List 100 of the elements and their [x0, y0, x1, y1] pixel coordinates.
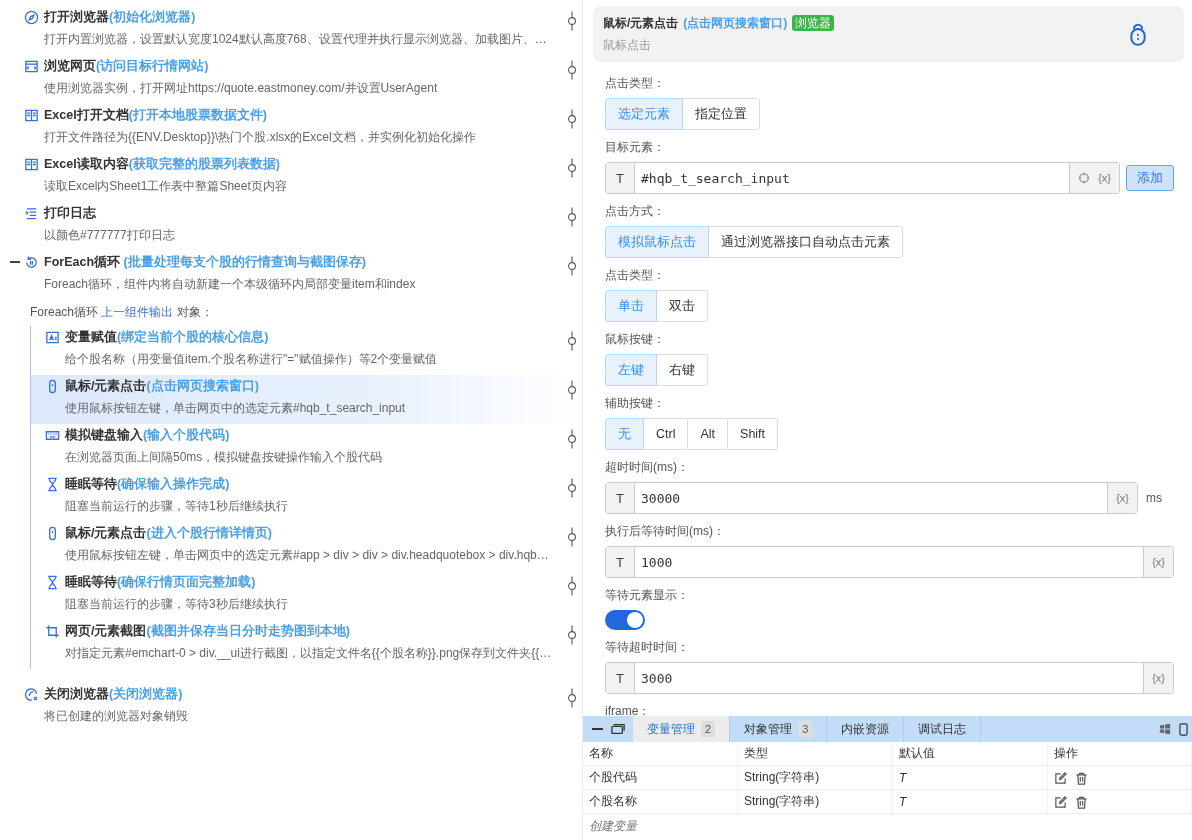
step-title[interactable]: ForEach循环 (批量处理每支个股的行情查询与截图保存)	[44, 253, 366, 271]
table-cell: String(字符串)	[737, 765, 893, 790]
option-button[interactable]: 双击	[656, 290, 708, 322]
variable-button[interactable]: {x}	[1098, 172, 1111, 184]
step-title[interactable]: 鼠标/元素点击(进入个股行情详情页)	[65, 524, 272, 542]
connector-icon[interactable]	[566, 575, 578, 597]
crosshair-icon[interactable]	[1078, 172, 1091, 184]
step-title[interactable]: 浏览网页(访问目标行情网站)	[44, 57, 209, 75]
connector-icon[interactable]	[566, 206, 578, 228]
input-field[interactable]: T 1000 {x}	[605, 546, 1174, 578]
step-title[interactable]: 关闭浏览器(关闭浏览器)	[44, 685, 183, 703]
compass-icon	[24, 9, 39, 25]
text-type-toggle[interactable]: T	[606, 163, 635, 193]
step-title[interactable]: 打印日志	[44, 204, 96, 222]
panel-tab[interactable]: 调试日志	[904, 716, 982, 742]
panel-tab[interactable]: 内嵌资源	[827, 716, 905, 742]
loop-description: Foreach循环 上一组件输出 对象：	[30, 304, 214, 321]
step-title[interactable]: Excel读取内容(获取完整的股票列表数据)	[44, 155, 280, 173]
input-field[interactable]: T 30000 {x}	[605, 482, 1138, 514]
text-type-toggle[interactable]: T	[606, 663, 635, 693]
variable-button[interactable]: {x}	[1116, 492, 1129, 504]
delete-icon[interactable]	[1075, 771, 1088, 785]
step-description: 阻塞当前运行的步骤，等待1秒后继续执行	[64, 498, 289, 515]
component-note: (点击网页搜索窗口)	[683, 14, 788, 32]
step-description: 阻塞当前运行的步骤，等待3秒后继续执行	[64, 596, 289, 613]
connector-icon[interactable]	[566, 10, 578, 32]
connector-icon[interactable]	[566, 624, 578, 646]
step-description: 打开文件路径为{{ENV.Desktop}}\热门个股.xlsx的Excel文档，并实例化初始化操作	[43, 129, 477, 146]
compass-icon	[24, 686, 39, 702]
field-label: 点击类型：	[605, 267, 666, 284]
text-type-toggle[interactable]: T	[606, 483, 635, 513]
add-button[interactable]: 添加	[1126, 165, 1174, 191]
connector-icon[interactable]	[566, 157, 578, 179]
connector-icon[interactable]	[566, 379, 578, 401]
step-description: 打开内置浏览器，设置默认宽度1024默认高度768、设置代理并执行显示浏览器、加载图片、…	[43, 31, 548, 48]
field-label: 执行后等待时间(ms)：	[605, 523, 726, 540]
edit-icon[interactable]	[1054, 795, 1067, 809]
component-title: 鼠标/元素点击	[603, 14, 679, 32]
field-label: 点击方式：	[605, 203, 666, 220]
table-cell: 个股代码	[583, 765, 738, 790]
field-label: 等待元素显示：	[605, 587, 690, 604]
input-field[interactable]: T 3000 {x}	[605, 662, 1174, 694]
connector-icon[interactable]	[566, 428, 578, 450]
book-icon	[24, 107, 39, 123]
loop-icon	[24, 254, 39, 270]
table-cell: String(字符串)	[737, 789, 893, 814]
option-button[interactable]: Alt	[687, 418, 729, 450]
browser-window-icon	[24, 58, 39, 74]
hourglass-icon	[45, 574, 60, 590]
step-description: 给个股名称（用变量值item.个股名称进行"="赋值操作）等2个变量赋值	[64, 351, 439, 368]
source-link[interactable]: 上一组件输出	[101, 305, 174, 319]
option-button[interactable]: 指定位置	[682, 98, 760, 130]
panel-tab[interactable]: 变量管理 2	[633, 716, 731, 742]
connector-icon[interactable]	[566, 526, 578, 548]
step-description: 读取Excel内Sheet1工作表中整篇Sheet页内容	[43, 178, 288, 195]
connector-icon[interactable]	[566, 687, 578, 709]
step-description: 以颜色#777777打印日志	[43, 227, 176, 244]
option-button[interactable]: Shift	[727, 418, 779, 450]
table-cell: 个股名称	[583, 789, 738, 814]
connector-icon[interactable]	[566, 330, 578, 352]
column-header: 名称	[583, 742, 738, 766]
connector-icon[interactable]	[566, 255, 578, 277]
option-button[interactable]: Ctrl	[643, 418, 689, 450]
step-title[interactable]: 网页/元素截图(截图并保存当日分时走势图到本地)	[65, 622, 350, 640]
connector-icon[interactable]	[566, 108, 578, 130]
book-icon	[24, 156, 39, 172]
step-title[interactable]: 变量赋值(绑定当前个股的核心信息)	[65, 328, 269, 346]
step-description: 使用浏览器实例，打开网址https://quote.eastmoney.com/并设置UserAgent	[43, 80, 439, 97]
restore-icon[interactable]	[611, 723, 625, 735]
list-icon	[24, 205, 39, 221]
step-description: 使用鼠标按钮左键，单击网页中的选定元素#app > div > div > div.headquotebox > div.hqb…	[64, 547, 550, 564]
windows-icon[interactable]	[1159, 723, 1171, 735]
panel-tab[interactable]: 对象管理 3	[730, 716, 828, 742]
field-label: 等待超时时间：	[605, 639, 690, 656]
step-title[interactable]: Excel打开文档(打开本地股票数据文件)	[44, 106, 267, 124]
step-description: Foreach循环，组件内将自动新建一个本级循环内局部变量item和index	[43, 276, 417, 293]
edit-icon[interactable]	[1054, 771, 1067, 785]
option-button[interactable]: 通过浏览器接口自动点击元素	[708, 226, 903, 258]
text-type-toggle[interactable]: T	[606, 547, 635, 577]
variable-button[interactable]: {x}	[1152, 556, 1165, 568]
variable-button[interactable]: {x}	[1152, 672, 1165, 684]
step-title[interactable]: 模拟键盘输入(输入个股代码)	[65, 426, 230, 444]
step-title[interactable]: 睡眠等待(确保输入操作完成)	[65, 475, 230, 493]
connector-icon[interactable]	[566, 59, 578, 81]
phone-icon[interactable]	[1179, 722, 1188, 736]
input-field[interactable]: T #hqb_t_search_input {x}	[605, 162, 1120, 194]
connector-icon[interactable]	[566, 477, 578, 499]
toggle-switch[interactable]	[605, 610, 645, 630]
field-label: 目标元素：	[605, 139, 666, 156]
hourglass-icon	[45, 476, 60, 492]
step-title[interactable]: 睡眠等待(确保行情页面完整加载)	[65, 573, 256, 591]
step-description: 使用鼠标按钮左键，单击网页中的选定元素#hqb_t_search_input	[64, 400, 407, 417]
category-tag: 浏览器	[792, 15, 835, 31]
field-label: 鼠标按键：	[605, 331, 666, 348]
create-variable-link[interactable]: 创建变量	[583, 814, 1192, 839]
delete-icon[interactable]	[1075, 795, 1088, 809]
column-header: 默认值	[892, 742, 1048, 766]
step-title[interactable]: 鼠标/元素点击(点击网页搜索窗口)	[65, 377, 259, 395]
option-button[interactable]: 右键	[656, 354, 708, 386]
step-title[interactable]: 打开浏览器(初始化浏览器)	[44, 8, 196, 26]
